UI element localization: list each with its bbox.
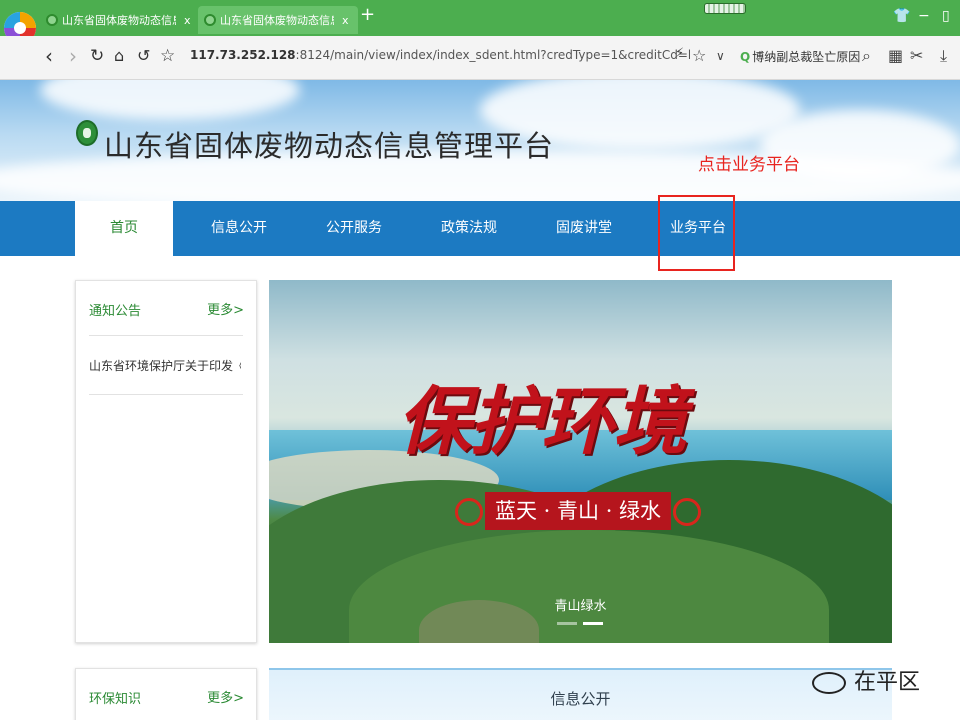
site-favicon-icon [46, 14, 58, 26]
tab-title: 山东省固体废物动态信息管理平 [62, 14, 176, 27]
bookmark-star-icon[interactable]: ☆ [160, 44, 175, 68]
home-icon[interactable]: ⌂ [114, 44, 124, 68]
search-icon[interactable]: ⌕ [862, 46, 871, 66]
nav-item-policy[interactable]: 政策法规 [420, 201, 518, 256]
ring-ornament-icon [455, 498, 483, 526]
apps-grid-icon[interactable]: ▦ [888, 46, 903, 65]
panel-header: 通知公告 更多> [76, 281, 256, 336]
banner-slogan: 保护环境 [397, 379, 687, 465]
section-title: 信息公开 [550, 690, 611, 708]
site-favicon-icon [204, 14, 216, 26]
divider [89, 394, 243, 395]
minimize-button[interactable]: − [918, 8, 930, 24]
search-logo-icon: Q [740, 50, 751, 64]
info-disclosure-section: 信息公开 [269, 668, 892, 720]
battery-icon [704, 3, 746, 14]
new-tab-button[interactable]: + [360, 4, 375, 25]
search-hint[interactable]: Q 博纳副总裁坠亡原因 [740, 48, 860, 65]
watermark-text: 在平区 [854, 670, 921, 695]
panel-title: 环保知识 [89, 692, 142, 707]
url-path: :8124/main/view/index/index_sdent.html?c… [295, 48, 690, 62]
scissors-icon[interactable]: ✂ [910, 46, 923, 65]
url-field[interactable]: 117.73.252.128:8124/main/view/index/inde… [190, 48, 690, 62]
forward-button[interactable]: › [69, 44, 77, 68]
divider [89, 335, 243, 336]
tab-close-icon[interactable]: x [342, 14, 349, 27]
panel-header: 环保知识 更多> [76, 669, 256, 720]
notice-list-item[interactable]: 山东省环境保护厅关于印发《山... [89, 357, 241, 374]
env-knowledge-panel: 环保知识 更多> [75, 668, 257, 720]
instruction-annotation: 点击业务平台 [698, 155, 800, 175]
ring-ornament-icon [673, 498, 701, 526]
browser-tab-1[interactable]: 山东省固体废物动态信息管理平 x [40, 6, 192, 34]
carousel-dot-1[interactable] [557, 622, 577, 625]
panel-title: 通知公告 [89, 304, 142, 319]
main-nav: 首页 信息公开 公开服务 政策法规 固废讲堂 业务平台 [0, 201, 960, 256]
nav-item-waste-lecture[interactable]: 固废讲堂 [535, 201, 633, 256]
tab-title: 山东省固体废物动态信息管理平 [220, 14, 334, 27]
banner-subline: 蓝天 · 青山 · 绿水 [485, 492, 672, 530]
wechat-watermark: 在平区 [812, 664, 920, 696]
address-bar-row: ‹ › ↻ ⌂ ↺ ☆ 117.73.252.128:8124/main/vie… [0, 36, 960, 80]
browser-tab-2-active[interactable]: 山东省固体废物动态信息管理平 x [198, 6, 358, 34]
annotation-highlight-box [658, 195, 735, 271]
more-link[interactable]: 更多> [207, 299, 244, 318]
favorite-star-icon[interactable]: ☆ [692, 46, 706, 65]
download-icon[interactable]: ⤓ [940, 46, 947, 66]
carousel-dot-2[interactable] [583, 622, 603, 625]
url-host: 117.73.252.128 [190, 48, 296, 62]
site-title[interactable]: 山东省固体废物动态信息管理平台 [104, 123, 554, 165]
more-link[interactable]: 更多> [207, 687, 244, 706]
dropdown-chevron-icon[interactable]: ∨ [716, 49, 725, 63]
tab-close-icon[interactable]: x [184, 14, 191, 27]
skin-icon[interactable]: 👕 [893, 8, 910, 24]
site-emblem-icon [76, 120, 98, 146]
nav-item-info-disclosure[interactable]: 信息公开 [190, 201, 288, 256]
page-header: 山东省固体废物动态信息管理平台 点击业务平台 [0, 80, 960, 201]
reload-icon[interactable]: ↻ [90, 44, 104, 68]
nav-item-public-service[interactable]: 公开服务 [305, 201, 403, 256]
browser-tab-bar: 山东省固体废物动态信息管理平 x 山东省固体废物动态信息管理平 x + 👕 − … [0, 0, 960, 36]
undo-close-tab-icon[interactable]: ↺ [137, 44, 150, 68]
lightning-icon[interactable]: ⚡ [675, 46, 684, 61]
cloud-decoration [40, 80, 300, 120]
restore-button[interactable]: ▯ [942, 8, 950, 24]
wechat-icon [812, 672, 846, 694]
notice-panel: 通知公告 更多> 山东省环境保护厅关于印发《山... [75, 280, 257, 643]
hero-banner[interactable]: 保护环境 蓝天 · 青山 · 绿水 青山绿水 [269, 280, 892, 643]
search-hint-text: 博纳副总裁坠亡原因 [752, 50, 861, 64]
back-button[interactable]: ‹ [45, 44, 53, 68]
banner-caption: 青山绿水 [554, 599, 607, 614]
nav-item-home[interactable]: 首页 [75, 201, 173, 256]
